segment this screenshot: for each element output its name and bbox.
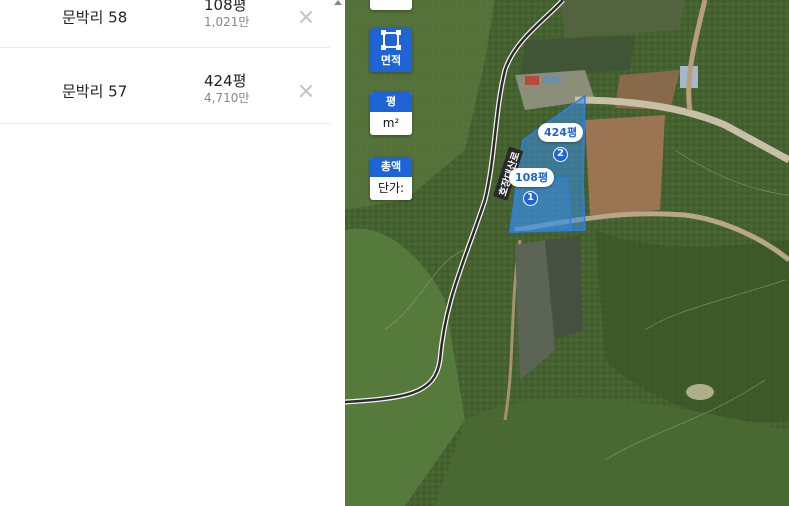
unit-sqm-option[interactable]: m² (370, 112, 412, 135)
price-unit-option[interactable]: 단가: (370, 177, 412, 200)
parcel-number-badge[interactable]: 2 (553, 147, 568, 162)
parcel-area-label[interactable]: 424평 (538, 123, 584, 142)
scroll-up-arrow-icon[interactable] (334, 0, 342, 5)
map-imagery (345, 0, 789, 506)
list-item[interactable]: 문박리 58 108평 1,021만 (0, 0, 330, 48)
area-measure-icon (381, 30, 401, 50)
satellite-map[interactable]: 호장대산로 면적 평 m² 총액 단가: 424평 2 108평 1 (345, 0, 789, 506)
list-item[interactable]: 문박리 57 424평 4,710만 (0, 58, 330, 124)
parcel-price: 4,710만 (204, 91, 250, 105)
remove-icon[interactable] (296, 81, 316, 101)
area-measure-button[interactable]: 면적 (370, 28, 412, 72)
parcel-name: 문박리 57 (62, 82, 128, 100)
parcel-list-panel: 문박리 58 108평 1,021만 문박리 57 424평 4,710만 (0, 0, 330, 506)
parcel-name: 문박리 58 (62, 8, 128, 26)
remove-icon[interactable] (296, 7, 316, 27)
area-measure-label: 면적 (380, 54, 402, 67)
unit-pyeong-option[interactable]: 평 (370, 92, 412, 112)
parcel-price: 1,021만 (204, 15, 250, 29)
price-total-option[interactable]: 총액 (370, 157, 412, 177)
parcel-area-label[interactable]: 108평 (509, 168, 555, 187)
unit-toggle[interactable]: 평 m² (370, 92, 412, 135)
map-control-top[interactable] (370, 0, 412, 10)
price-toggle[interactable]: 총액 단가: (370, 157, 412, 200)
scrollbar[interactable] (330, 0, 345, 506)
parcel-number-badge[interactable]: 1 (523, 191, 538, 206)
parcel-area: 424평 (204, 72, 247, 90)
